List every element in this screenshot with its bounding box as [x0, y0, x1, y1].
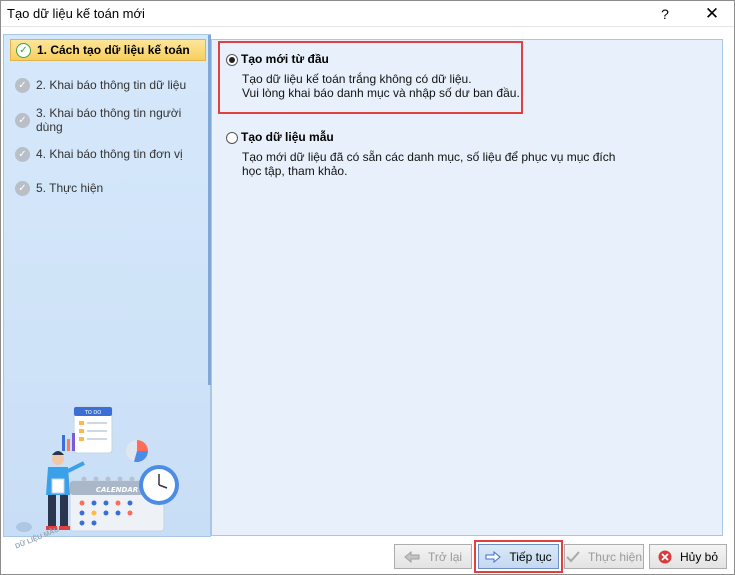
next-button[interactable]: Tiếp tục: [478, 544, 559, 569]
help-button[interactable]: ?: [646, 1, 684, 27]
back-label: Trở lại: [427, 549, 463, 564]
calendar-illustration: TO DO CALENDAR: [16, 406, 179, 532]
check-icon: ✓: [16, 42, 31, 58]
check-icon: ✓: [15, 146, 30, 162]
step-label: 5. Thực hiện: [36, 181, 104, 195]
wizard-steps-sidebar: ✓ 1. Cách tạo dữ liệu kế toán ✓ 2. Khai …: [3, 34, 211, 550]
step-label: 1. Cách tạo dữ liệu kế toán: [37, 43, 190, 57]
step-label: 4. Khai báo thông tin đơn vị: [36, 147, 183, 161]
step-3[interactable]: ✓ 3. Khai báo thông tin người dùng: [10, 106, 206, 134]
radio-sample-data[interactable]: [226, 132, 238, 144]
todo-label: TO DO: [84, 410, 101, 416]
cancel-label: Hủy bỏ: [679, 549, 719, 564]
window-title: Tạo dữ liệu kế toán mới: [7, 6, 145, 21]
finish-button[interactable]: Thực hiện: [564, 544, 644, 569]
cancel-icon: [658, 550, 672, 564]
close-button[interactable]: ✕: [691, 1, 733, 27]
arrow-right-icon: [485, 550, 502, 563]
finish-label: Thực hiện: [587, 549, 643, 564]
step-4[interactable]: ✓ 4. Khai báo thông tin đơn vị: [10, 143, 206, 165]
step-2[interactable]: ✓ 2. Khai báo thông tin dữ liệu: [10, 74, 206, 96]
cancel-button[interactable]: Hủy bỏ: [649, 544, 727, 569]
title-bar: Tạo dữ liệu kế toán mới ? ✕: [1, 1, 734, 27]
option-sample-data[interactable]: Tạo dữ liệu mẫu Tạo mới dữ liệu đã có sẵ…: [226, 130, 646, 185]
option-title: Tạo dữ liệu mẫu: [241, 130, 334, 144]
highlight-outline: [218, 41, 523, 114]
check-icon: ✓: [15, 180, 30, 196]
dialog-window: Tạo dữ liệu kế toán mới ? ✕ ✓ 1. Cách tạ…: [0, 0, 735, 575]
arrow-left-icon: [404, 550, 420, 563]
step-label: 2. Khai báo thông tin dữ liệu: [36, 78, 187, 92]
next-label: Tiếp tục: [509, 549, 552, 564]
step-1[interactable]: ✓ 1. Cách tạo dữ liệu kế toán: [10, 39, 206, 61]
checkmark-icon: [566, 550, 580, 563]
step-5[interactable]: ✓ 5. Thực hiện: [10, 177, 206, 199]
calendar-label: CALENDAR: [96, 486, 138, 494]
step-label: 3. Khai báo thông tin người dùng: [36, 106, 182, 134]
check-icon: ✓: [15, 77, 30, 93]
back-button[interactable]: Trở lại: [394, 544, 472, 569]
check-icon: ✓: [15, 112, 30, 128]
option-description: Tạo mới dữ liệu đã có sẵn các danh mục, …: [242, 150, 616, 178]
